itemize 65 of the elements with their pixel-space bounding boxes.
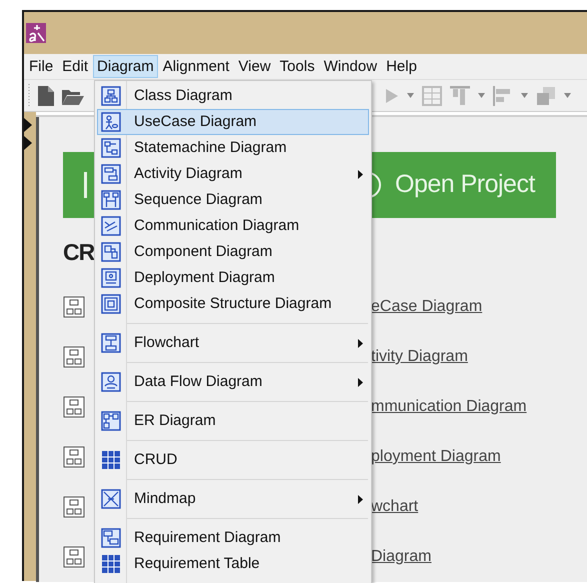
play-icon[interactable] <box>385 88 399 104</box>
grid-layout-icon[interactable] <box>422 86 442 106</box>
class-diagram-icon <box>101 86 121 106</box>
menu-item[interactable]: UseCase Diagram <box>97 109 369 135</box>
menu-item[interactable]: Component Diagram <box>97 239 369 265</box>
caret-icon[interactable] <box>407 93 414 98</box>
align-left-icon[interactable] <box>493 86 513 106</box>
usecase-diagram-icon <box>101 112 121 132</box>
activity-diagram-icon <box>101 164 121 184</box>
caret-icon[interactable] <box>564 93 571 98</box>
caret-icon[interactable] <box>478 93 485 98</box>
requirement-diagram-icon <box>101 528 121 548</box>
menu-item[interactable]: Diagram <box>93 55 158 78</box>
diagram-type-icon <box>63 546 85 568</box>
new-file-icon[interactable] <box>38 86 54 106</box>
caret-icon[interactable] <box>521 93 528 98</box>
er-diagram-icon <box>101 411 121 431</box>
diagram-link[interactable]: Diagram <box>371 545 432 569</box>
diagram-type-icon <box>63 496 85 518</box>
menu-item[interactable]: Composite Structure Diagram <box>97 291 369 317</box>
menu-item[interactable]: Window <box>320 55 382 78</box>
menu-item[interactable]: Statemachine Diagram <box>97 135 369 161</box>
communication-diagram-icon <box>101 216 121 236</box>
align-top-icon[interactable] <box>450 86 470 106</box>
menu-item[interactable]: Help <box>382 55 421 78</box>
menu-item[interactable]: Mindmap <box>97 486 369 512</box>
diagram-link[interactable]: tivity Diagram <box>371 345 468 369</box>
diagram-link[interactable]: mmunication Diagram <box>371 395 527 419</box>
diagram-link[interactable]: ployment Diagram <box>371 445 501 469</box>
menu-item[interactable]: Requirement Diagram <box>97 525 369 551</box>
data-flow-icon <box>101 372 121 392</box>
menu-item[interactable]: View <box>234 55 275 78</box>
menu-item[interactable]: Deployment Diagram <box>97 265 369 291</box>
diagram-link[interactable]: wchart <box>371 495 418 519</box>
component-diagram-icon <box>101 242 121 262</box>
menu-item[interactable]: Alignment <box>158 55 234 78</box>
diagram-type-icon <box>63 346 85 368</box>
expand-arrow-icon[interactable] <box>24 136 32 150</box>
menu-item[interactable]: Requirement Table <box>97 551 369 577</box>
table-icon <box>101 450 121 470</box>
menu-item[interactable]: CRUD <box>97 447 369 473</box>
stack-icon[interactable] <box>536 86 556 106</box>
menu-item[interactable]: Flowchart <box>97 330 369 356</box>
expand-arrow-icon[interactable] <box>24 118 32 132</box>
menu-item[interactable]: Edit <box>58 55 92 78</box>
composite-structure-icon <box>101 294 121 314</box>
flowchart-icon <box>101 333 121 353</box>
deployment-diagram-icon <box>101 268 121 288</box>
app-logo-icon <box>26 23 46 43</box>
mindmap-icon <box>101 489 121 509</box>
diagram-link[interactable]: eCase Diagram <box>371 295 482 319</box>
menu-item[interactable]: Sequence Diagram <box>97 187 369 213</box>
menu-item[interactable]: File <box>25 55 58 78</box>
table-icon <box>101 554 121 574</box>
diagram-type-icon <box>63 446 85 468</box>
sequence-diagram-icon <box>101 190 121 210</box>
menu-item[interactable]: Data Flow Diagram <box>97 369 369 395</box>
menu-item[interactable]: Tools <box>276 55 319 78</box>
menu-item[interactable]: ER Diagram <box>97 408 369 434</box>
menu-item[interactable]: Activity Diagram <box>97 161 369 187</box>
diagram-type-icon <box>63 296 85 318</box>
menu-item[interactable]: Communication Diagram <box>97 213 369 239</box>
diagram-type-icon <box>63 396 85 418</box>
section-heading: CR <box>63 238 94 266</box>
state-diagram-icon <box>101 138 121 158</box>
